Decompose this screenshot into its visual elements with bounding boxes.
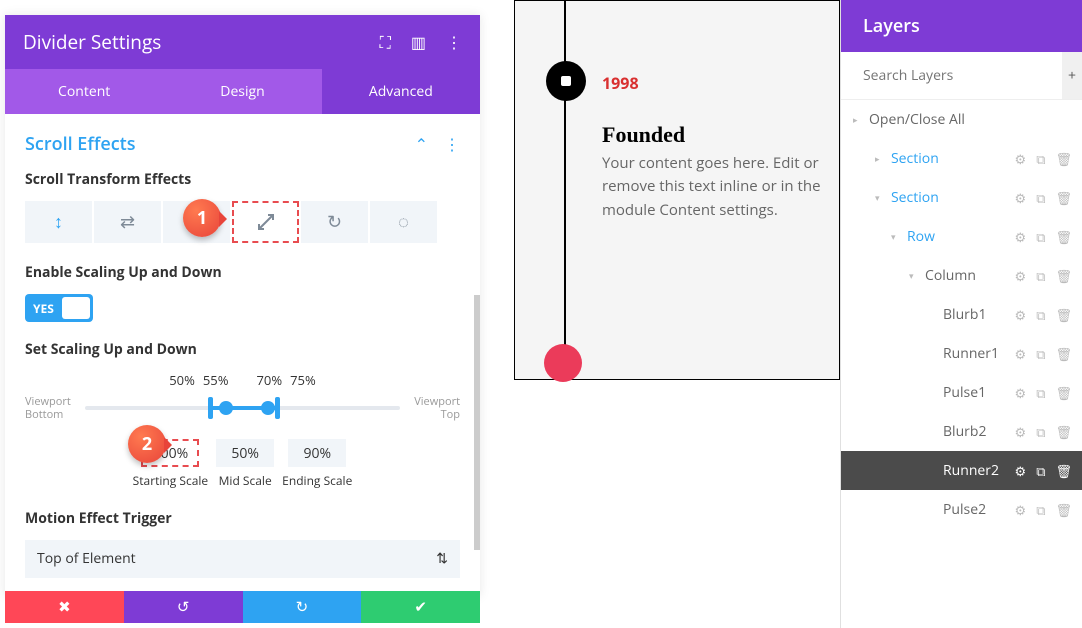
redo-button[interactable]: ↻ (243, 591, 362, 623)
gear-icon[interactable]: ⚙ (1015, 189, 1027, 207)
copy-icon[interactable]: ⧉ (1036, 462, 1045, 480)
copy-icon[interactable]: ⧉ (1036, 267, 1045, 285)
layers-panel: Layers + ▸Open/Close All ▸Section⚙⧉🗑▾Sec… (840, 0, 1082, 628)
mid-scale-input[interactable] (216, 439, 274, 467)
tab-design[interactable]: Design (163, 69, 321, 114)
settings-panel: Divider Settings ⛶ ▥ ⋮ Content Design Ad… (5, 15, 480, 596)
panel-body: Scroll Effects ⌃ ⋮ Scroll Transform Effe… (5, 114, 480, 596)
vp-bottom-label: Viewport Bottom (25, 395, 77, 421)
slider-track[interactable] (85, 406, 400, 410)
section-header: Scroll Effects ⌃ ⋮ (25, 132, 460, 156)
section-more-icon[interactable]: ⋮ (444, 133, 460, 155)
panel-header: Divider Settings ⛶ ▥ ⋮ (5, 15, 480, 69)
header-actions: ⛶ ▥ ⋮ (380, 31, 462, 53)
scaling-label: Set Scaling Up and Down (25, 340, 460, 359)
layers-search-input[interactable] (841, 52, 1062, 99)
footer-bar: ✖ ↺ ↻ ✔ (5, 591, 480, 623)
trash-icon[interactable]: 🗑 (1055, 150, 1072, 168)
layers-title: Layers (841, 0, 1082, 52)
callout-2: 2 (128, 425, 166, 463)
gear-icon[interactable]: ⚙ (1015, 228, 1027, 246)
trash-icon[interactable]: 🗑 (1055, 384, 1072, 402)
layer-item[interactable]: ▸Section⚙⧉🗑 (841, 139, 1082, 178)
preview-title: Founded (602, 122, 685, 148)
mid-scale-label: Mid Scale (219, 473, 272, 489)
add-layer-button[interactable]: + (1062, 52, 1082, 99)
select-caret-icon: ⇅ (436, 549, 448, 568)
copy-icon[interactable]: ⧉ (1036, 189, 1045, 207)
slider-area: 50%55% 70%75% Viewport Bottom Viewport T… (25, 371, 460, 489)
copy-icon[interactable]: ⧉ (1036, 423, 1045, 441)
enable-label: Enable Scaling Up and Down (25, 263, 460, 282)
layer-item[interactable]: Blurb1⚙⧉🗑 (841, 295, 1082, 334)
tab-content[interactable]: Content (5, 69, 163, 114)
gear-icon[interactable]: ⚙ (1015, 423, 1027, 441)
ending-scale-input[interactable] (288, 439, 346, 467)
effect-icons: ↕ ⇄ ↻ ◌ (25, 201, 460, 243)
more-icon[interactable]: ⋮ (446, 31, 462, 53)
trash-icon[interactable]: 🗑 (1055, 423, 1072, 441)
timeline-dot (544, 344, 582, 382)
copy-icon[interactable]: ⧉ (1036, 306, 1045, 324)
copy-icon[interactable]: ⧉ (1036, 384, 1045, 402)
timeline-marker (546, 61, 586, 101)
gear-icon[interactable]: ⚙ (1015, 345, 1027, 363)
gear-icon[interactable]: ⚙ (1015, 306, 1027, 324)
layer-item[interactable]: Pulse1⚙⧉🗑 (841, 373, 1082, 412)
vp-top-label: Viewport Top (408, 395, 460, 421)
copy-icon[interactable]: ⧉ (1036, 228, 1045, 246)
trigger-select[interactable]: Top of Element⇅ (25, 540, 460, 578)
trash-icon[interactable]: 🗑 (1055, 345, 1072, 363)
effects-label: Scroll Transform Effects (25, 170, 460, 189)
layer-item[interactable]: ▾Row⚙⧉🗑 (841, 217, 1082, 256)
trash-icon[interactable]: 🗑 (1055, 462, 1072, 480)
trash-icon[interactable]: 🗑 (1055, 189, 1072, 207)
layer-item[interactable]: Pulse2⚙⧉🗑 (841, 490, 1082, 529)
fullscreen-icon[interactable]: ⛶ (380, 31, 391, 53)
preview-body: Your content goes here. Edit or remove t… (602, 152, 822, 222)
layer-item[interactable]: ▾Section⚙⧉🗑 (841, 178, 1082, 217)
starting-scale-label: Starting Scale (133, 473, 209, 489)
section-title: Scroll Effects (25, 132, 136, 156)
gear-icon[interactable]: ⚙ (1015, 501, 1027, 519)
layer-item[interactable]: ▾Column⚙⧉🗑 (841, 256, 1082, 295)
copy-icon[interactable]: ⧉ (1036, 501, 1045, 519)
collapse-icon[interactable]: ⌃ (415, 133, 428, 155)
layer-item[interactable]: Runner2⚙⧉🗑 (841, 451, 1082, 490)
year-text: 1998 (602, 72, 639, 94)
horizontal-motion-icon[interactable]: ⇄ (94, 201, 161, 243)
gear-icon[interactable]: ⚙ (1015, 462, 1027, 480)
layer-item[interactable]: Runner1⚙⧉🗑 (841, 334, 1082, 373)
scrollbar[interactable] (474, 295, 480, 550)
undo-button[interactable]: ↺ (124, 591, 243, 623)
tabs: Content Design Advanced (5, 69, 480, 114)
callout-1: 1 (183, 199, 221, 237)
copy-icon[interactable]: ⧉ (1036, 345, 1045, 363)
rotate-icon[interactable]: ↻ (301, 201, 368, 243)
cancel-button[interactable]: ✖ (5, 591, 124, 623)
trash-icon[interactable]: 🗑 (1055, 267, 1072, 285)
tab-advanced[interactable]: Advanced (322, 69, 480, 114)
vertical-motion-icon[interactable]: ↕ (25, 201, 92, 243)
layer-tree: ▸Open/Close All ▸Section⚙⧉🗑▾Section⚙⧉🗑▾R… (841, 100, 1082, 529)
panel-title: Divider Settings (23, 29, 161, 55)
ending-scale-label: Ending Scale (282, 473, 352, 489)
gear-icon[interactable]: ⚙ (1015, 384, 1027, 402)
trigger-label: Motion Effect Trigger (25, 509, 460, 528)
gear-icon[interactable]: ⚙ (1015, 150, 1027, 168)
scaling-icon[interactable] (232, 201, 299, 243)
gear-icon[interactable]: ⚙ (1015, 267, 1027, 285)
layout-icon[interactable]: ▥ (411, 31, 426, 53)
blur-icon[interactable]: ◌ (370, 201, 437, 243)
save-button[interactable]: ✔ (361, 591, 480, 623)
open-close-all[interactable]: ▸Open/Close All (841, 100, 1082, 139)
enable-toggle[interactable]: YES (25, 294, 93, 322)
trash-icon[interactable]: 🗑 (1055, 306, 1072, 324)
tick-labels: 50%55% 70%75% (25, 371, 460, 389)
timeline-line (564, 0, 566, 380)
trash-icon[interactable]: 🗑 (1055, 228, 1072, 246)
trash-icon[interactable]: 🗑 (1055, 501, 1072, 519)
copy-icon[interactable]: ⧉ (1036, 150, 1045, 168)
layer-item[interactable]: Blurb2⚙⧉🗑 (841, 412, 1082, 451)
